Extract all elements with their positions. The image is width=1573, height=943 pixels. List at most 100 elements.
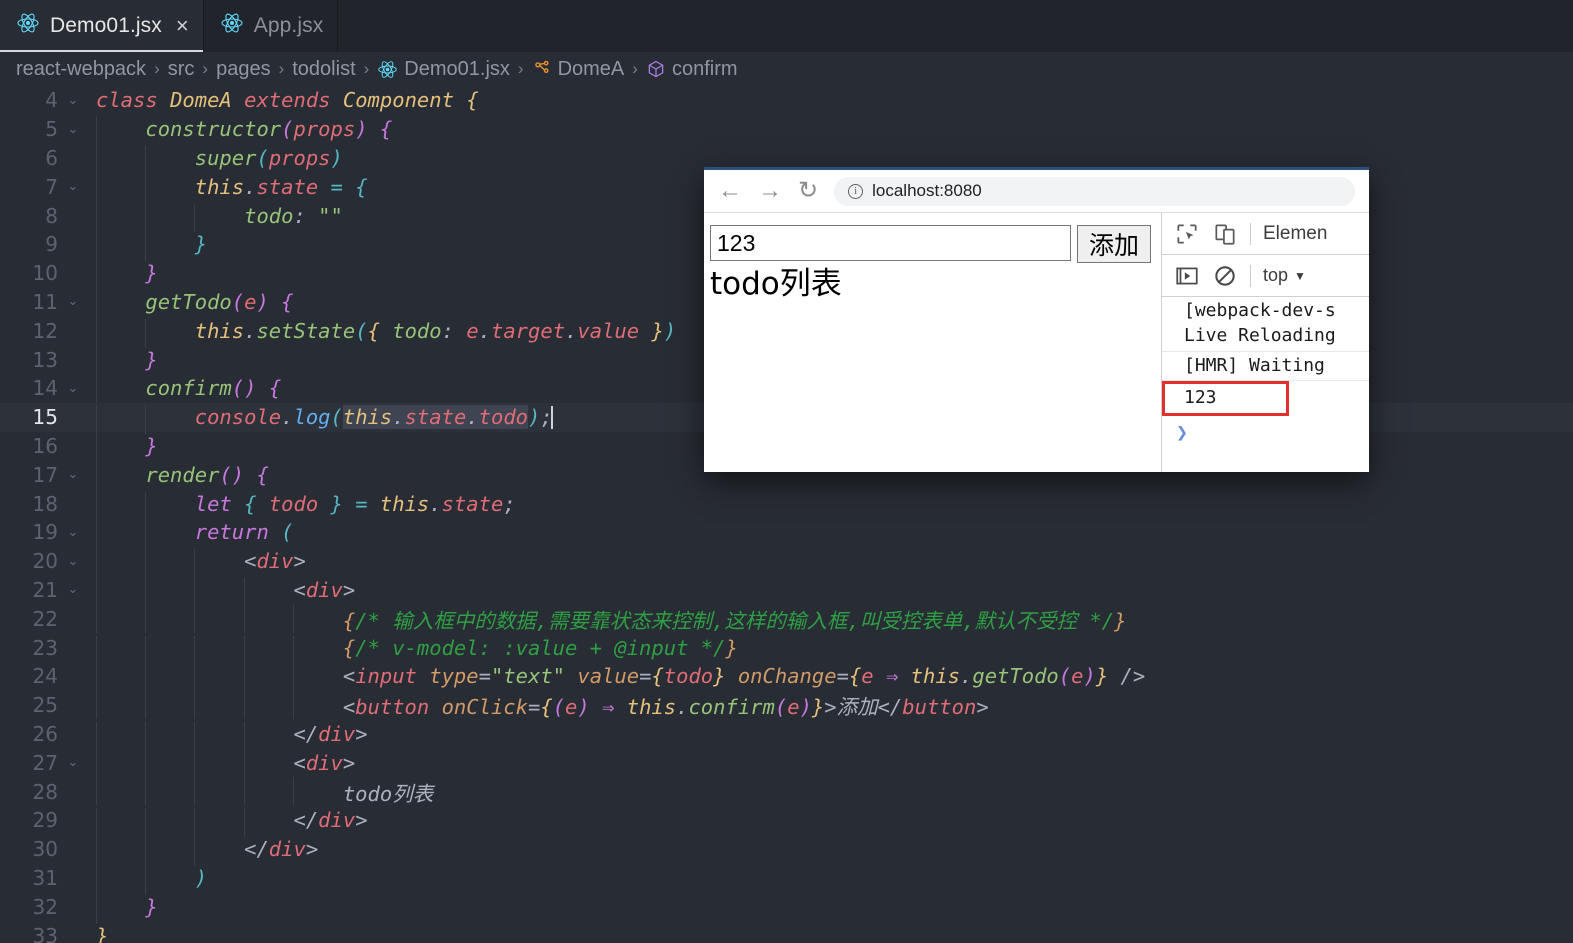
indent-guide	[145, 549, 147, 578]
line-number: 17	[32, 462, 58, 487]
code-text: }	[84, 261, 158, 290]
breadcrumb-item-domea[interactable]: DomeA	[532, 58, 624, 81]
text-cursor	[551, 405, 553, 429]
indent-guide	[96, 405, 97, 434]
code-line-25[interactable]: 25 <button onClick={(e) ⇒ this.confirm(e…	[0, 690, 1573, 720]
todo-list-title: todo列表	[710, 266, 842, 302]
fold-chevron-icon[interactable]: ⌄	[62, 525, 84, 540]
tab-demo01-jsx[interactable]: Demo01.jsx ×	[0, 0, 204, 52]
line-number: 24	[32, 664, 58, 689]
indent-guide	[292, 664, 294, 694]
browser-window: ← → ↻ i localhost:8080 添加 todo列表	[704, 167, 1369, 472]
code-line-4[interactable]: 4 ⌄ class DomeA extends Component {	[0, 86, 1573, 115]
back-icon[interactable]: ←	[718, 179, 742, 203]
code-text: confirm() {	[84, 376, 281, 406]
devtools-tab-bar: Elemen	[1162, 213, 1369, 255]
indent-guide	[145, 721, 147, 751]
indent-guide	[96, 721, 97, 751]
editor-tab-bar: Demo01.jsx × App.jsx	[0, 0, 1573, 52]
class-icon	[532, 59, 552, 79]
fold-chevron-icon[interactable]: ⌄	[62, 582, 84, 597]
line-number: 15	[32, 405, 58, 430]
fold-chevron-icon[interactable]: ⌄	[62, 122, 84, 137]
tab-app-jsx[interactable]: App.jsx	[203, 0, 339, 52]
indent-guide	[243, 750, 245, 780]
breadcrumb-item-confirm[interactable]: confirm	[646, 58, 738, 81]
code-line-30[interactable]: 30 </div>	[0, 835, 1573, 866]
line-number: 10	[32, 261, 58, 286]
breadcrumb-item-pages[interactable]: pages	[216, 58, 271, 81]
console-prompt[interactable]: ❯	[1162, 416, 1369, 444]
console-output[interactable]: [webpack-dev-s Live Reloading [HMR] Waiti…	[1162, 297, 1369, 472]
indent-guide	[243, 776, 245, 806]
code-line-21[interactable]: 21 ⌄ <div>	[0, 576, 1573, 607]
breadcrumb-item-react-webpack[interactable]: react-webpack	[16, 58, 146, 81]
code-line-29[interactable]: 29 </div>	[0, 806, 1573, 838]
console-context-select[interactable]: top ▼	[1263, 265, 1306, 286]
indent-guide	[194, 776, 196, 806]
fold-chevron-icon[interactable]: ⌄	[62, 467, 84, 482]
console-message: [webpack-dev-s Live Reloading	[1162, 297, 1369, 352]
inspect-element-icon[interactable]	[1174, 221, 1200, 247]
indent-guide	[96, 174, 97, 204]
indent-guide	[145, 145, 147, 175]
fold-chevron-icon[interactable]: ⌄	[62, 179, 84, 194]
fold-chevron-icon[interactable]: ⌄	[62, 93, 84, 108]
fold-chevron-icon[interactable]: ⌄	[62, 554, 84, 569]
code-line-33[interactable]: 33}	[0, 921, 1573, 943]
indent-guide	[96, 549, 97, 578]
code-line-28[interactable]: 28 todo列表	[0, 776, 1573, 806]
breadcrumb-label: confirm	[671, 57, 738, 80]
indent-guide	[145, 520, 147, 550]
breadcrumb-item-todolist[interactable]: todolist	[292, 58, 355, 81]
page-viewport: 添加 todo列表	[704, 213, 1162, 472]
code-line-18[interactable]: 18 let { todo } = this.state;	[0, 489, 1573, 521]
breadcrumb-label: src	[167, 57, 195, 80]
code-line-19[interactable]: 19 ⌄ return (	[0, 518, 1573, 550]
indent-guide	[145, 174, 147, 204]
indent-guide	[96, 894, 97, 924]
tab-label: App.jsx	[253, 14, 324, 37]
tab-label: Demo01.jsx	[50, 14, 162, 37]
code-text: <div>	[84, 549, 306, 578]
tab-elements[interactable]: Elemen	[1263, 223, 1327, 245]
fold-chevron-icon[interactable]: ⌄	[62, 294, 84, 309]
breadcrumb-item-demo01-jsx[interactable]: Demo01.jsx	[377, 58, 510, 81]
code-text: </div>	[84, 808, 368, 838]
code-line-26[interactable]: 26 </div>	[0, 720, 1573, 751]
fold-chevron-icon[interactable]: ⌄	[62, 755, 84, 770]
site-info-icon[interactable]: i	[848, 183, 864, 199]
forward-icon[interactable]: →	[758, 179, 782, 203]
code-text: getTodo(e) {	[84, 289, 294, 319]
fold-chevron-icon[interactable]: ⌄	[62, 381, 84, 396]
line-number: 27	[32, 750, 58, 775]
indent-guide	[96, 145, 97, 175]
close-icon[interactable]: ×	[176, 15, 189, 37]
code-text: render() {	[84, 462, 269, 492]
indent-guide	[194, 577, 196, 607]
code-line-20[interactable]: 20 ⌄ <div>	[0, 547, 1573, 578]
code-line-22[interactable]: 22 {/* 输入框中的数据,需要靠状态来控制,这样的输入框,叫受控表单,默认不…	[0, 603, 1573, 633]
code-line-27[interactable]: 27 ⌄ <div>	[0, 748, 1573, 780]
todo-input[interactable]	[710, 225, 1071, 261]
console-toolbar: top ▼	[1162, 255, 1369, 297]
execution-step-icon[interactable]	[1174, 263, 1200, 289]
indent-guide	[96, 376, 97, 406]
context-label: top	[1263, 265, 1289, 285]
code-line-23[interactable]: 23 {/* v-model: :value + @input */}	[0, 633, 1573, 665]
code-line-31[interactable]: 31 )	[0, 864, 1573, 895]
code-line-5[interactable]: 5 ⌄ constructor(props) {	[0, 115, 1573, 146]
device-toolbar-icon[interactable]	[1212, 221, 1238, 247]
code-text: this.setState({ todo: e.target.value })	[84, 318, 676, 348]
code-line-32[interactable]: 32 }	[0, 892, 1573, 924]
reload-icon[interactable]: ↻	[798, 179, 818, 203]
clear-console-icon[interactable]	[1212, 263, 1238, 289]
indent-guide	[96, 837, 97, 866]
address-bar[interactable]: i localhost:8080	[834, 176, 1355, 206]
code-text: class DomeA extends Component {	[96, 88, 479, 113]
add-button[interactable]: 添加	[1077, 225, 1151, 263]
breadcrumb-separator: ›	[363, 59, 370, 78]
breadcrumb-item-src[interactable]: src	[168, 58, 195, 81]
code-line-24[interactable]: 24 <input type="text" value={todo} onCha…	[0, 662, 1573, 694]
code-text: console.log(this.state.todo);	[84, 405, 553, 434]
